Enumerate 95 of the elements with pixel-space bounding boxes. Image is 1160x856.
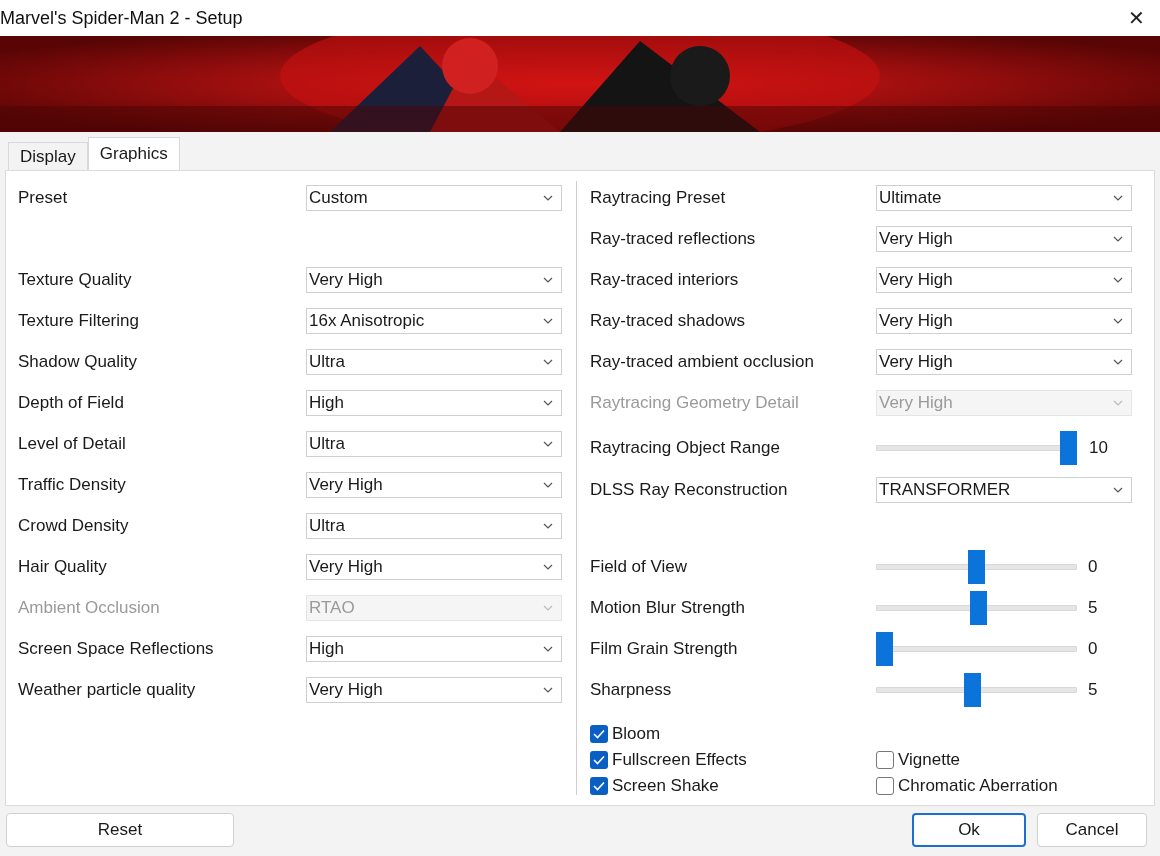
dropdown[interactable]: High xyxy=(306,635,562,662)
dropdown[interactable]: Ultra xyxy=(306,430,562,457)
check-icon xyxy=(593,755,605,765)
setting-label: Preset xyxy=(18,187,68,207)
setting-label: Ray-traced interiors xyxy=(590,269,739,289)
check-icon xyxy=(593,781,605,791)
setting-label: Raytracing Geometry Detail xyxy=(590,392,799,412)
reset-button[interactable]: Reset xyxy=(6,813,234,847)
caret-icon xyxy=(543,563,553,570)
setting-label: Bloom xyxy=(612,723,661,746)
setting-label: Sharpness xyxy=(590,679,672,699)
caret-icon xyxy=(543,481,553,488)
caret-icon xyxy=(1113,194,1123,201)
caret-icon xyxy=(543,399,553,406)
dropdown[interactable]: Very High xyxy=(876,348,1132,375)
caret-icon xyxy=(543,317,553,324)
setting-label: Traffic Density xyxy=(18,474,126,494)
caret-icon xyxy=(543,686,553,693)
setting-label: DLSS Ray Reconstruction xyxy=(590,479,788,499)
caret-icon xyxy=(543,645,553,652)
slider-thumb[interactable] xyxy=(964,672,982,707)
slider-value: 0 xyxy=(1088,555,1098,578)
check-icon xyxy=(593,729,605,739)
caret-icon xyxy=(1113,276,1123,283)
setting-label: Ray-traced reflections xyxy=(590,228,756,248)
caret-icon xyxy=(543,194,553,201)
dropdown[interactable]: Very High xyxy=(876,307,1132,334)
setting-label: Screen Space Reflections xyxy=(18,638,214,658)
setting-label: Ambient Occlusion xyxy=(18,597,160,617)
checkbox[interactable] xyxy=(590,725,608,743)
caret-icon xyxy=(543,276,553,283)
setting-label: Raytracing Object Range xyxy=(590,438,780,458)
setting-label: Texture Quality xyxy=(18,269,132,289)
checkbox[interactable] xyxy=(590,777,608,795)
dropdown[interactable]: Ultra xyxy=(306,512,562,539)
tab[interactable]: Graphics xyxy=(87,137,180,170)
setting-label: Texture Filtering xyxy=(18,310,139,330)
slider[interactable] xyxy=(876,630,1077,667)
slider-thumb[interactable] xyxy=(969,590,987,625)
setting-label: Chromatic Aberration xyxy=(898,775,1058,798)
setting-label: Weather particle quality xyxy=(18,679,196,699)
slider-thumb[interactable] xyxy=(1060,431,1077,465)
slider-thumb[interactable] xyxy=(876,631,893,666)
setting-label: Level of Detail xyxy=(18,433,126,453)
slider[interactable] xyxy=(876,589,1077,626)
dropdown[interactable]: Very High xyxy=(306,553,562,580)
slider[interactable] xyxy=(876,430,1077,466)
tab[interactable]: Display xyxy=(8,142,88,170)
caret-icon xyxy=(1113,486,1123,493)
caret-icon xyxy=(1113,399,1123,406)
dropdown[interactable]: Custom xyxy=(306,184,562,211)
caret-icon xyxy=(1113,358,1123,365)
dropdown[interactable]: TRANSFORMER xyxy=(876,476,1132,503)
slider-value: 5 xyxy=(1088,678,1098,701)
slider-value: 5 xyxy=(1088,596,1098,619)
dropdown[interactable]: Very High xyxy=(306,676,562,703)
setting-label: Vignette xyxy=(898,749,961,772)
dropdown[interactable]: Very High xyxy=(306,471,562,498)
caret-icon xyxy=(1113,317,1123,324)
slider-value: 0 xyxy=(1088,637,1098,660)
setting-label: Hair Quality xyxy=(18,556,107,576)
checkbox[interactable] xyxy=(876,751,894,769)
window-title: Marvel's Spider-Man 2 - Setup xyxy=(0,6,243,30)
setting-label: Depth of Field xyxy=(18,392,124,412)
caret-icon xyxy=(543,604,553,611)
caret-icon xyxy=(543,440,553,447)
setting-label: Ray-traced ambient occlusion xyxy=(590,351,814,371)
setting-label: Fullscreen Effects xyxy=(612,749,747,772)
dropdown[interactable]: 16x Anisotropic xyxy=(306,307,562,334)
setting-label: Film Grain Strength xyxy=(590,638,738,658)
caret-icon xyxy=(1113,235,1123,242)
setting-label: Ray-traced shadows xyxy=(590,310,745,330)
cancel-button[interactable]: Cancel xyxy=(1037,813,1147,847)
slider-value: 10 xyxy=(1089,437,1108,460)
checkbox[interactable] xyxy=(590,751,608,769)
setting-label: Raytracing Preset xyxy=(590,187,726,207)
dropdown[interactable]: Very High xyxy=(876,266,1132,293)
setting-label: Shadow Quality xyxy=(18,351,138,371)
setting-label: Screen Shake xyxy=(612,775,719,798)
ok-button[interactable]: Ok xyxy=(912,813,1026,847)
checkbox[interactable] xyxy=(876,777,894,795)
slider[interactable] xyxy=(876,548,1077,585)
dropdown[interactable]: Very High xyxy=(306,266,562,293)
dropdown[interactable]: Very High xyxy=(876,225,1132,252)
setting-label: Field of View xyxy=(590,556,687,576)
setting-label: Crowd Density xyxy=(18,515,129,535)
dropdown[interactable]: Ultra xyxy=(306,348,562,375)
caret-icon xyxy=(543,358,553,365)
slider[interactable] xyxy=(876,671,1077,708)
setting-label: Motion Blur Strength xyxy=(590,597,745,617)
dropdown[interactable]: Ultimate xyxy=(876,184,1132,211)
caret-icon xyxy=(543,522,553,529)
close-button[interactable]: ✕ xyxy=(1124,6,1148,30)
slider-thumb[interactable] xyxy=(968,549,985,584)
dropdown[interactable]: High xyxy=(306,389,562,416)
